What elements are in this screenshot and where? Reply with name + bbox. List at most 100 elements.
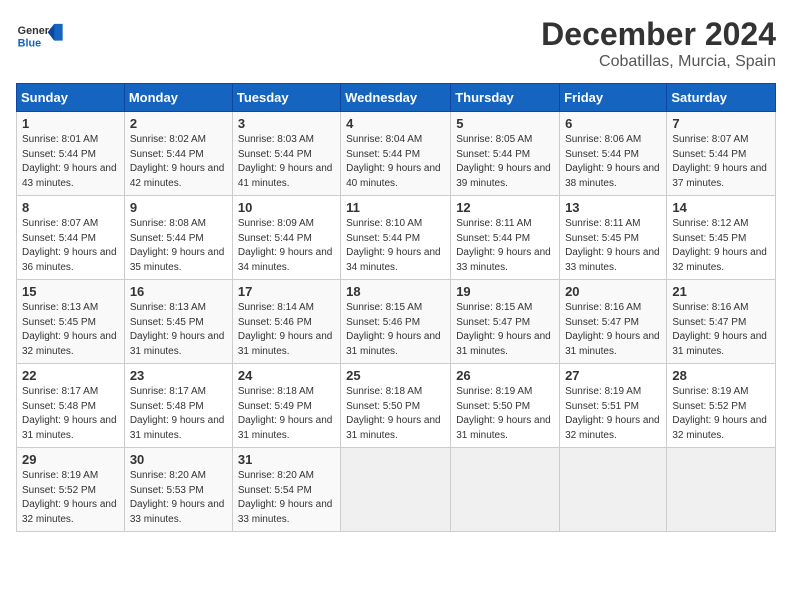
day-info: Sunrise: 8:20 AMSunset: 5:54 PMDaylight:… xyxy=(238,469,335,527)
day-number: 29 xyxy=(22,452,119,467)
calendar-cell: 12Sunrise: 8:11 AMSunset: 5:44 PMDayligh… xyxy=(451,196,560,280)
day-number: 8 xyxy=(22,200,119,215)
calendar-cell: 1 Sunrise: 8:01 AMSunset: 5:44 PMDaylight… xyxy=(17,112,125,196)
day-number: 18 xyxy=(346,284,445,299)
day-info: Sunrise: 8:05 AMSunset: 5:44 PMDaylight:… xyxy=(456,133,554,191)
weekday-header-saturday: Saturday xyxy=(667,84,776,112)
day-info: Sunrise: 8:01 AMSunset: 5:44 PMDaylight:… xyxy=(22,133,119,191)
calendar-cell: 15 Sunrise: 8:13 AMSunset: 5:45 PMDayligh… xyxy=(17,280,125,364)
logo-icon: General Blue xyxy=(16,16,66,56)
day-info: Sunrise: 8:14 AMSunset: 5:46 PMDaylight:… xyxy=(238,301,335,359)
day-info: Sunrise: 8:19 AMSunset: 5:52 PMDaylight:… xyxy=(22,469,119,527)
day-info: Sunrise: 8:13 AMSunset: 5:45 PMDaylight:… xyxy=(22,301,119,359)
day-number: 22 xyxy=(22,368,119,383)
day-number: 2 xyxy=(130,116,227,131)
day-info: Sunrise: 8:19 AMSunset: 5:50 PMDaylight:… xyxy=(456,385,554,443)
day-info: Sunrise: 8:19 AMSunset: 5:52 PMDaylight:… xyxy=(672,385,770,443)
weekday-header-monday: Monday xyxy=(124,84,232,112)
calendar-cell: 26Sunrise: 8:19 AMSunset: 5:50 PMDayligh… xyxy=(451,364,560,448)
calendar-cell: 4Sunrise: 8:04 AMSunset: 5:44 PMDaylight… xyxy=(341,112,451,196)
day-number: 14 xyxy=(672,200,770,215)
day-info: Sunrise: 8:16 AMSunset: 5:47 PMDaylight:… xyxy=(565,301,661,359)
title-block: December 2024 Cobatillas, Murcia, Spain xyxy=(541,16,776,71)
day-info: Sunrise: 8:07 AMSunset: 5:44 PMDaylight:… xyxy=(672,133,770,191)
day-info: Sunrise: 8:03 AMSunset: 5:44 PMDaylight:… xyxy=(238,133,335,191)
day-info: Sunrise: 8:13 AMSunset: 5:45 PMDaylight:… xyxy=(130,301,227,359)
calendar-table: SundayMondayTuesdayWednesdayThursdayFrid… xyxy=(16,83,776,532)
day-info: Sunrise: 8:02 AMSunset: 5:44 PMDaylight:… xyxy=(130,133,227,191)
day-info: Sunrise: 8:08 AMSunset: 5:44 PMDaylight:… xyxy=(130,217,227,275)
day-number: 20 xyxy=(565,284,661,299)
day-number: 13 xyxy=(565,200,661,215)
day-number: 24 xyxy=(238,368,335,383)
calendar-cell: 22 Sunrise: 8:17 AMSunset: 5:48 PMDayligh… xyxy=(17,364,125,448)
page-header: General Blue December 2024 Cobatillas, M… xyxy=(16,16,776,71)
calendar-cell: 27 Sunrise: 8:19 AMSunset: 5:51 PMDayligh… xyxy=(560,364,667,448)
calendar-cell: 25 Sunrise: 8:18 AMSunset: 5:50 PMDayligh… xyxy=(341,364,451,448)
day-info: Sunrise: 8:16 AMSunset: 5:47 PMDaylight:… xyxy=(672,301,770,359)
calendar-cell: 16Sunrise: 8:13 AMSunset: 5:45 PMDayligh… xyxy=(124,280,232,364)
day-number: 4 xyxy=(346,116,445,131)
calendar-cell xyxy=(667,448,776,532)
calendar-cell: 5Sunrise: 8:05 AMSunset: 5:44 PMDaylight… xyxy=(451,112,560,196)
day-info: Sunrise: 8:17 AMSunset: 5:48 PMDaylight:… xyxy=(22,385,119,443)
day-number: 11 xyxy=(346,200,445,215)
day-number: 10 xyxy=(238,200,335,215)
calendar-cell: 13 Sunrise: 8:11 AMSunset: 5:45 PMDayligh… xyxy=(560,196,667,280)
calendar-cell: 24 Sunrise: 8:18 AMSunset: 5:49 PMDayligh… xyxy=(232,364,340,448)
calendar-cell: 11 Sunrise: 8:10 AMSunset: 5:44 PMDayligh… xyxy=(341,196,451,280)
calendar-cell: 3 Sunrise: 8:03 AMSunset: 5:44 PMDaylight… xyxy=(232,112,340,196)
calendar-week-4: 22 Sunrise: 8:17 AMSunset: 5:48 PMDayligh… xyxy=(17,364,776,448)
weekday-header-tuesday: Tuesday xyxy=(232,84,340,112)
day-info: Sunrise: 8:15 AMSunset: 5:47 PMDaylight:… xyxy=(456,301,554,359)
page-title: December 2024 xyxy=(541,16,776,53)
day-info: Sunrise: 8:11 AMSunset: 5:45 PMDaylight:… xyxy=(565,217,661,275)
calendar-cell: 2 Sunrise: 8:02 AMSunset: 5:44 PMDaylight… xyxy=(124,112,232,196)
calendar-cell: 8 Sunrise: 8:07 AMSunset: 5:44 PMDaylight… xyxy=(17,196,125,280)
day-number: 15 xyxy=(22,284,119,299)
day-number: 28 xyxy=(672,368,770,383)
calendar-cell: 20 Sunrise: 8:16 AMSunset: 5:47 PMDayligh… xyxy=(560,280,667,364)
day-number: 27 xyxy=(565,368,661,383)
day-info: Sunrise: 8:18 AMSunset: 5:49 PMDaylight:… xyxy=(238,385,335,443)
svg-text:Blue: Blue xyxy=(18,37,41,49)
day-info: Sunrise: 8:10 AMSunset: 5:44 PMDaylight:… xyxy=(346,217,445,275)
calendar-cell: 9 Sunrise: 8:08 AMSunset: 5:44 PMDaylight… xyxy=(124,196,232,280)
day-info: Sunrise: 8:15 AMSunset: 5:46 PMDaylight:… xyxy=(346,301,445,359)
calendar-week-1: 1 Sunrise: 8:01 AMSunset: 5:44 PMDaylight… xyxy=(17,112,776,196)
day-info: Sunrise: 8:17 AMSunset: 5:48 PMDaylight:… xyxy=(130,385,227,443)
day-number: 23 xyxy=(130,368,227,383)
calendar-cell: 21 Sunrise: 8:16 AMSunset: 5:47 PMDayligh… xyxy=(667,280,776,364)
calendar-cell: 31 Sunrise: 8:20 AMSunset: 5:54 PMDayligh… xyxy=(232,448,340,532)
day-info: Sunrise: 8:12 AMSunset: 5:45 PMDaylight:… xyxy=(672,217,770,275)
day-number: 12 xyxy=(456,200,554,215)
calendar-cell: 17Sunrise: 8:14 AMSunset: 5:46 PMDayligh… xyxy=(232,280,340,364)
calendar-cell: 28 Sunrise: 8:19 AMSunset: 5:52 PMDayligh… xyxy=(667,364,776,448)
calendar-cell xyxy=(451,448,560,532)
calendar-body: 1 Sunrise: 8:01 AMSunset: 5:44 PMDaylight… xyxy=(17,112,776,532)
calendar-cell xyxy=(341,448,451,532)
weekday-header-sunday: Sunday xyxy=(17,84,125,112)
logo: General Blue xyxy=(16,16,66,56)
page-subtitle: Cobatillas, Murcia, Spain xyxy=(541,53,776,71)
calendar-cell: 19 Sunrise: 8:15 AMSunset: 5:47 PMDayligh… xyxy=(451,280,560,364)
calendar-cell: 29 Sunrise: 8:19 AMSunset: 5:52 PMDayligh… xyxy=(17,448,125,532)
day-number: 31 xyxy=(238,452,335,467)
weekday-header-thursday: Thursday xyxy=(451,84,560,112)
day-number: 9 xyxy=(130,200,227,215)
calendar-week-3: 15 Sunrise: 8:13 AMSunset: 5:45 PMDayligh… xyxy=(17,280,776,364)
day-info: Sunrise: 8:19 AMSunset: 5:51 PMDaylight:… xyxy=(565,385,661,443)
calendar-cell: 18 Sunrise: 8:15 AMSunset: 5:46 PMDayligh… xyxy=(341,280,451,364)
day-number: 19 xyxy=(456,284,554,299)
day-info: Sunrise: 8:09 AMSunset: 5:44 PMDaylight:… xyxy=(238,217,335,275)
day-number: 1 xyxy=(22,116,119,131)
day-number: 30 xyxy=(130,452,227,467)
day-info: Sunrise: 8:07 AMSunset: 5:44 PMDaylight:… xyxy=(22,217,119,275)
day-number: 25 xyxy=(346,368,445,383)
day-number: 21 xyxy=(672,284,770,299)
day-info: Sunrise: 8:18 AMSunset: 5:50 PMDaylight:… xyxy=(346,385,445,443)
calendar-cell: 30 Sunrise: 8:20 AMSunset: 5:53 PMDayligh… xyxy=(124,448,232,532)
day-info: Sunrise: 8:20 AMSunset: 5:53 PMDaylight:… xyxy=(130,469,227,527)
day-number: 3 xyxy=(238,116,335,131)
calendar-cell: 23 Sunrise: 8:17 AMSunset: 5:48 PMDayligh… xyxy=(124,364,232,448)
